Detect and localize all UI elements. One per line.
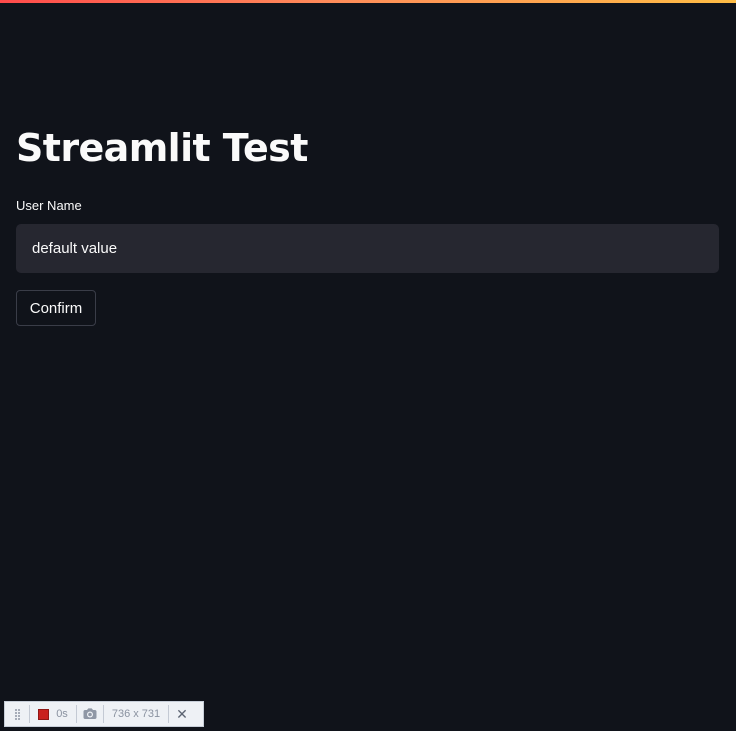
record-stop-icon (38, 708, 50, 720)
page-title: Streamlit Test (16, 126, 308, 170)
recording-timer: 0s (56, 708, 68, 720)
streamlit-app-page: Streamlit Test User Name Confirm 0s 736 … (0, 0, 736, 731)
close-recorder-button[interactable]: ✕ (169, 705, 195, 723)
drag-handle[interactable] (5, 705, 30, 723)
screenshot-button[interactable] (77, 705, 104, 723)
camera-icon (83, 708, 97, 719)
main-content: Streamlit Test User Name Confirm (16, 121, 720, 326)
user-name-label: User Name (16, 198, 82, 213)
screen-recorder-toolbar: 0s 736 x 731 ✕ (4, 701, 204, 727)
record-stop-button[interactable]: 0s (30, 705, 77, 723)
user-name-input[interactable] (16, 224, 719, 273)
drag-handle-icon (14, 708, 20, 720)
close-icon: ✕ (176, 706, 188, 722)
viewport-dimensions: 736 x 731 (104, 705, 169, 723)
top-gradient-decoration (0, 0, 736, 3)
confirm-button[interactable]: Confirm (16, 290, 96, 326)
